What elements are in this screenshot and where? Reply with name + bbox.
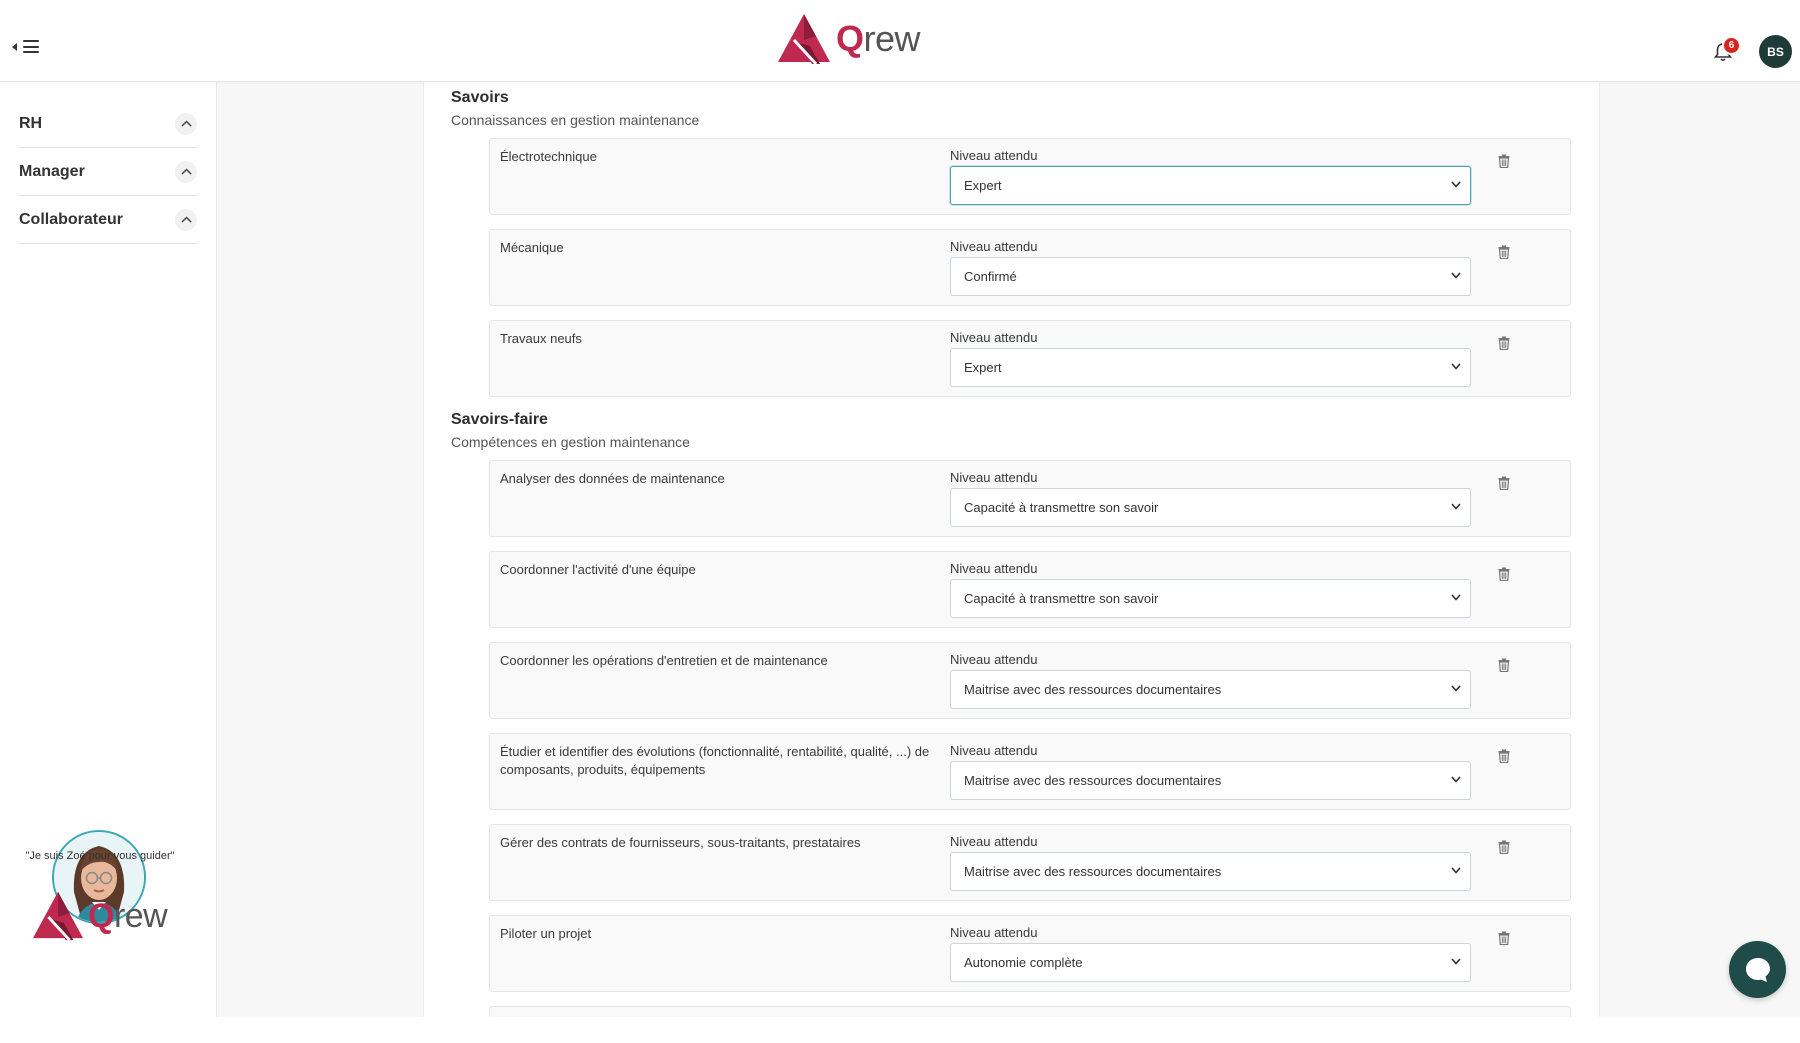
level-select-value: Autonomie complète: [964, 955, 1083, 970]
brand-triangle-icon: [32, 891, 84, 942]
competency-card: Travaux neufs Niveau attendu Expert: [489, 320, 1571, 397]
hamburger-icon: [23, 40, 39, 53]
brand-wordmark: Qrew: [88, 896, 168, 935]
competency-name: Coordonner les opérations d'entretien et…: [500, 653, 828, 668]
level-select-value: Capacité à transmettre son savoir: [964, 591, 1159, 606]
guide-caption: "Je suis Zoé pour vous guider": [25, 850, 175, 862]
level-select-value: Maitrise avec des ressources documentair…: [964, 773, 1222, 788]
trash-icon[interactable]: [1498, 336, 1510, 355]
competency-card: Gérer des contrats de fournisseurs, sous…: [489, 824, 1571, 901]
trash-icon[interactable]: [1498, 567, 1510, 586]
sidebar-item-rh[interactable]: RH: [19, 100, 197, 148]
competency-name: Mécanique: [500, 240, 564, 255]
chevron-up-icon[interactable]: [175, 112, 197, 135]
trash-icon[interactable]: [1498, 658, 1510, 677]
level-label: Niveau attendu: [950, 925, 1038, 940]
competency-name: Coordonner l'activité d'une équipe: [500, 562, 696, 577]
chevron-up-icon[interactable]: [175, 208, 197, 231]
level-select[interactable]: Autonomie complète: [950, 943, 1471, 982]
notification-count-badge: 6: [1722, 36, 1741, 55]
level-select-value: Capacité à transmettre son savoir: [964, 500, 1159, 515]
trash-icon[interactable]: [1498, 154, 1510, 173]
bottom-strip: [0, 1017, 1800, 1043]
sidebar-item-manager[interactable]: Manager: [19, 148, 197, 196]
level-label: Niveau attendu: [950, 561, 1038, 576]
level-select[interactable]: Expert: [950, 348, 1471, 387]
level-label: Niveau attendu: [950, 470, 1038, 485]
chevron-down-icon: [1451, 272, 1461, 279]
chevron-down-icon: [1451, 181, 1461, 188]
brand-logo[interactable]: Qrew: [776, 12, 921, 66]
level-select-value: Maitrise avec des ressources documentair…: [964, 682, 1222, 697]
sidebar-item-label: Manager: [19, 162, 85, 180]
brand-triangle-icon: [778, 14, 830, 66]
brand-wordmark: Qrew: [836, 18, 921, 59]
competency-card: Coordonner l'activité d'une équipe Nivea…: [489, 551, 1571, 628]
collapse-caret-icon: [12, 42, 17, 51]
competency-card: Électrotechnique Niveau attendu Expert: [489, 138, 1571, 215]
level-label: Niveau attendu: [950, 239, 1038, 254]
level-select[interactable]: Capacité à transmettre son savoir: [950, 488, 1471, 527]
chevron-down-icon: [1451, 867, 1461, 874]
competency-name: Travaux neufs: [500, 331, 582, 346]
sidebar-item-label: RH: [19, 114, 43, 132]
competency-name: Piloter un projet: [500, 926, 592, 941]
trash-icon[interactable]: [1498, 931, 1510, 950]
sidebar-brand-logo: Qrew: [31, 890, 168, 942]
competency-card: Coordonner les opérations d'entretien et…: [489, 642, 1571, 719]
level-select[interactable]: Expert: [950, 166, 1471, 205]
trash-icon[interactable]: [1498, 245, 1510, 264]
chevron-down-icon: [1451, 594, 1461, 601]
level-select[interactable]: Maitrise avec des ressources documentair…: [950, 670, 1471, 709]
competency-name: Étudier et identifier des évolutions (fo…: [500, 744, 930, 777]
competency-card: Analyser des données de maintenance Nive…: [489, 460, 1571, 537]
menu-toggle-button[interactable]: [12, 40, 39, 53]
chevron-down-icon: [1451, 363, 1461, 370]
chevron-up-icon[interactable]: [175, 160, 197, 183]
chat-bubble-icon: [1745, 957, 1770, 982]
level-label: Niveau attendu: [950, 148, 1038, 163]
level-label: Niveau attendu: [950, 834, 1038, 849]
sidebar: RH Manager Collaborateur "Je suis Zoé po…: [0, 82, 217, 1043]
competency-card: Étudier et identifier des évolutions (fo…: [489, 733, 1571, 810]
level-select-value: Confirmé: [964, 269, 1017, 284]
level-select[interactable]: Maitrise avec des ressources documentair…: [950, 852, 1471, 891]
level-label: Niveau attendu: [950, 652, 1038, 667]
level-select-value: Maitrise avec des ressources documentair…: [964, 864, 1222, 879]
chevron-down-icon: [1451, 776, 1461, 783]
section-title-savoirs-faire: Savoirs-faire: [451, 411, 548, 428]
level-select[interactable]: Capacité à transmettre son savoir: [950, 579, 1471, 618]
user-avatar[interactable]: BS: [1759, 35, 1792, 68]
competency-card: Piloter un projet Niveau attendu Autonom…: [489, 915, 1571, 992]
trash-icon[interactable]: [1498, 476, 1510, 495]
sidebar-item-label: Collaborateur: [19, 210, 124, 228]
competency-name: Électrotechnique: [500, 149, 597, 164]
level-select-value: Expert: [964, 360, 1002, 375]
level-label: Niveau attendu: [950, 743, 1038, 758]
competency-card: Mécanique Niveau attendu Confirmé: [489, 229, 1571, 306]
level-select-value: Expert: [964, 178, 1002, 193]
section-subtitle-savoirs: Connaissances en gestion maintenance: [451, 112, 700, 128]
level-select[interactable]: Maitrise avec des ressources documentair…: [950, 761, 1471, 800]
competency-name: Analyser des données de maintenance: [500, 471, 725, 486]
level-label: Niveau attendu: [950, 330, 1038, 345]
section-subtitle-savoirs-faire: Compétences en gestion maintenance: [451, 434, 690, 450]
top-header: Qrew 6 BS: [0, 0, 1800, 82]
chevron-down-icon: [1451, 503, 1461, 510]
sidebar-item-collaborateur[interactable]: Collaborateur: [19, 196, 197, 244]
chat-button[interactable]: [1729, 941, 1786, 998]
level-select[interactable]: Confirmé: [950, 257, 1471, 296]
trash-icon[interactable]: [1498, 749, 1510, 768]
trash-icon[interactable]: [1498, 840, 1510, 859]
chevron-down-icon: [1451, 958, 1461, 965]
section-title-savoirs: Savoirs: [451, 89, 509, 106]
chevron-down-icon: [1451, 685, 1461, 692]
competency-name: Gérer des contrats de fournisseurs, sous…: [500, 835, 861, 850]
